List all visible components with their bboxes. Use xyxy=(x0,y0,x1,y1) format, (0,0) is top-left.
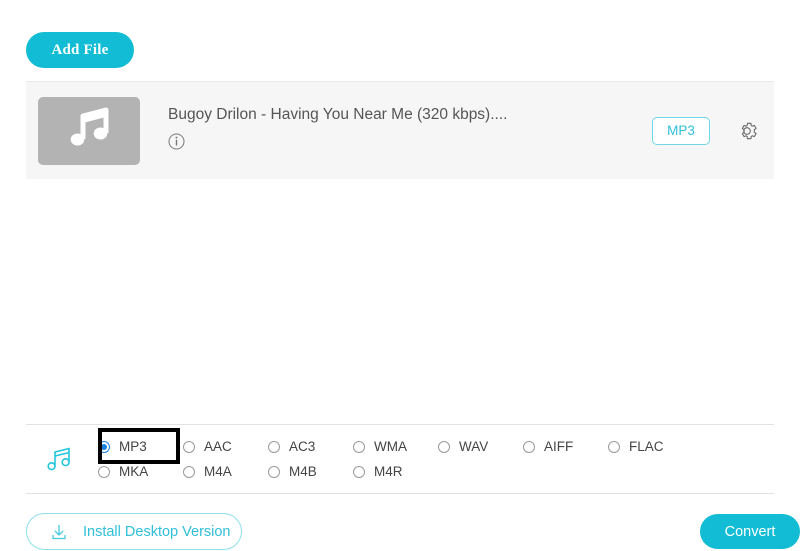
radio-icon xyxy=(98,440,110,453)
format-option-ac3[interactable]: AC3 xyxy=(268,434,353,459)
music-note-icon xyxy=(44,444,74,474)
file-thumbnail xyxy=(38,96,140,165)
install-button-label: Install Desktop Version xyxy=(83,523,231,540)
radio-icon xyxy=(608,440,620,453)
format-option-m4a[interactable]: M4A xyxy=(183,459,268,484)
format-option-mp3[interactable]: MP3 xyxy=(98,434,183,459)
format-option-label: M4B xyxy=(289,464,317,479)
radio-icon xyxy=(98,465,110,478)
format-option-aac[interactable]: AAC xyxy=(183,434,268,459)
gear-icon[interactable] xyxy=(736,120,758,142)
file-row-controls: MP3 xyxy=(652,116,758,145)
file-list-item[interactable]: Bugoy Drilon - Having You Near Me (320 k… xyxy=(26,81,774,179)
format-option-m4r[interactable]: M4R xyxy=(353,459,438,484)
radio-icon xyxy=(353,465,365,478)
file-info: Bugoy Drilon - Having You Near Me (320 k… xyxy=(168,106,652,155)
download-icon xyxy=(49,522,69,542)
format-option-label: MP3 xyxy=(119,439,147,454)
format-option-flac[interactable]: FLAC xyxy=(608,434,693,459)
convert-button[interactable]: Convert xyxy=(700,514,800,549)
format-option-label: AAC xyxy=(204,439,232,454)
format-option-label: WAV xyxy=(459,439,489,454)
format-option-m4b[interactable]: M4B xyxy=(268,459,353,484)
add-file-button[interactable]: Add File xyxy=(26,32,134,68)
radio-icon xyxy=(523,440,535,453)
format-option-wma[interactable]: WMA xyxy=(353,434,438,459)
radio-icon xyxy=(353,440,365,453)
radio-icon xyxy=(268,465,280,478)
radio-icon xyxy=(268,440,280,453)
format-option-label: MKA xyxy=(119,464,149,479)
output-format-section: MP3 AAC AC3 WMA WAV AIFF FLAC MKA M4A M4… xyxy=(26,424,774,494)
format-options-grid: MP3 AAC AC3 WMA WAV AIFF FLAC MKA M4A M4… xyxy=(98,434,774,484)
info-icon[interactable] xyxy=(168,133,185,150)
format-option-aiff[interactable]: AIFF xyxy=(523,434,608,459)
radio-icon xyxy=(183,440,195,453)
format-option-wav[interactable]: WAV xyxy=(438,434,523,459)
toolbar: Add File xyxy=(26,32,134,68)
file-title: Bugoy Drilon - Having You Near Me (320 k… xyxy=(168,106,508,123)
format-option-label: FLAC xyxy=(629,439,664,454)
format-option-label: M4A xyxy=(204,464,232,479)
radio-icon xyxy=(438,440,450,453)
format-option-label: M4R xyxy=(374,464,403,479)
format-option-mka[interactable]: MKA xyxy=(98,459,183,484)
file-format-badge[interactable]: MP3 xyxy=(652,116,710,145)
music-note-icon xyxy=(66,106,112,155)
radio-icon xyxy=(183,465,195,478)
format-option-label: WMA xyxy=(374,439,407,454)
format-option-label: AC3 xyxy=(289,439,316,454)
format-option-label: AIFF xyxy=(544,439,574,454)
install-desktop-version-button[interactable]: Install Desktop Version xyxy=(26,513,242,550)
